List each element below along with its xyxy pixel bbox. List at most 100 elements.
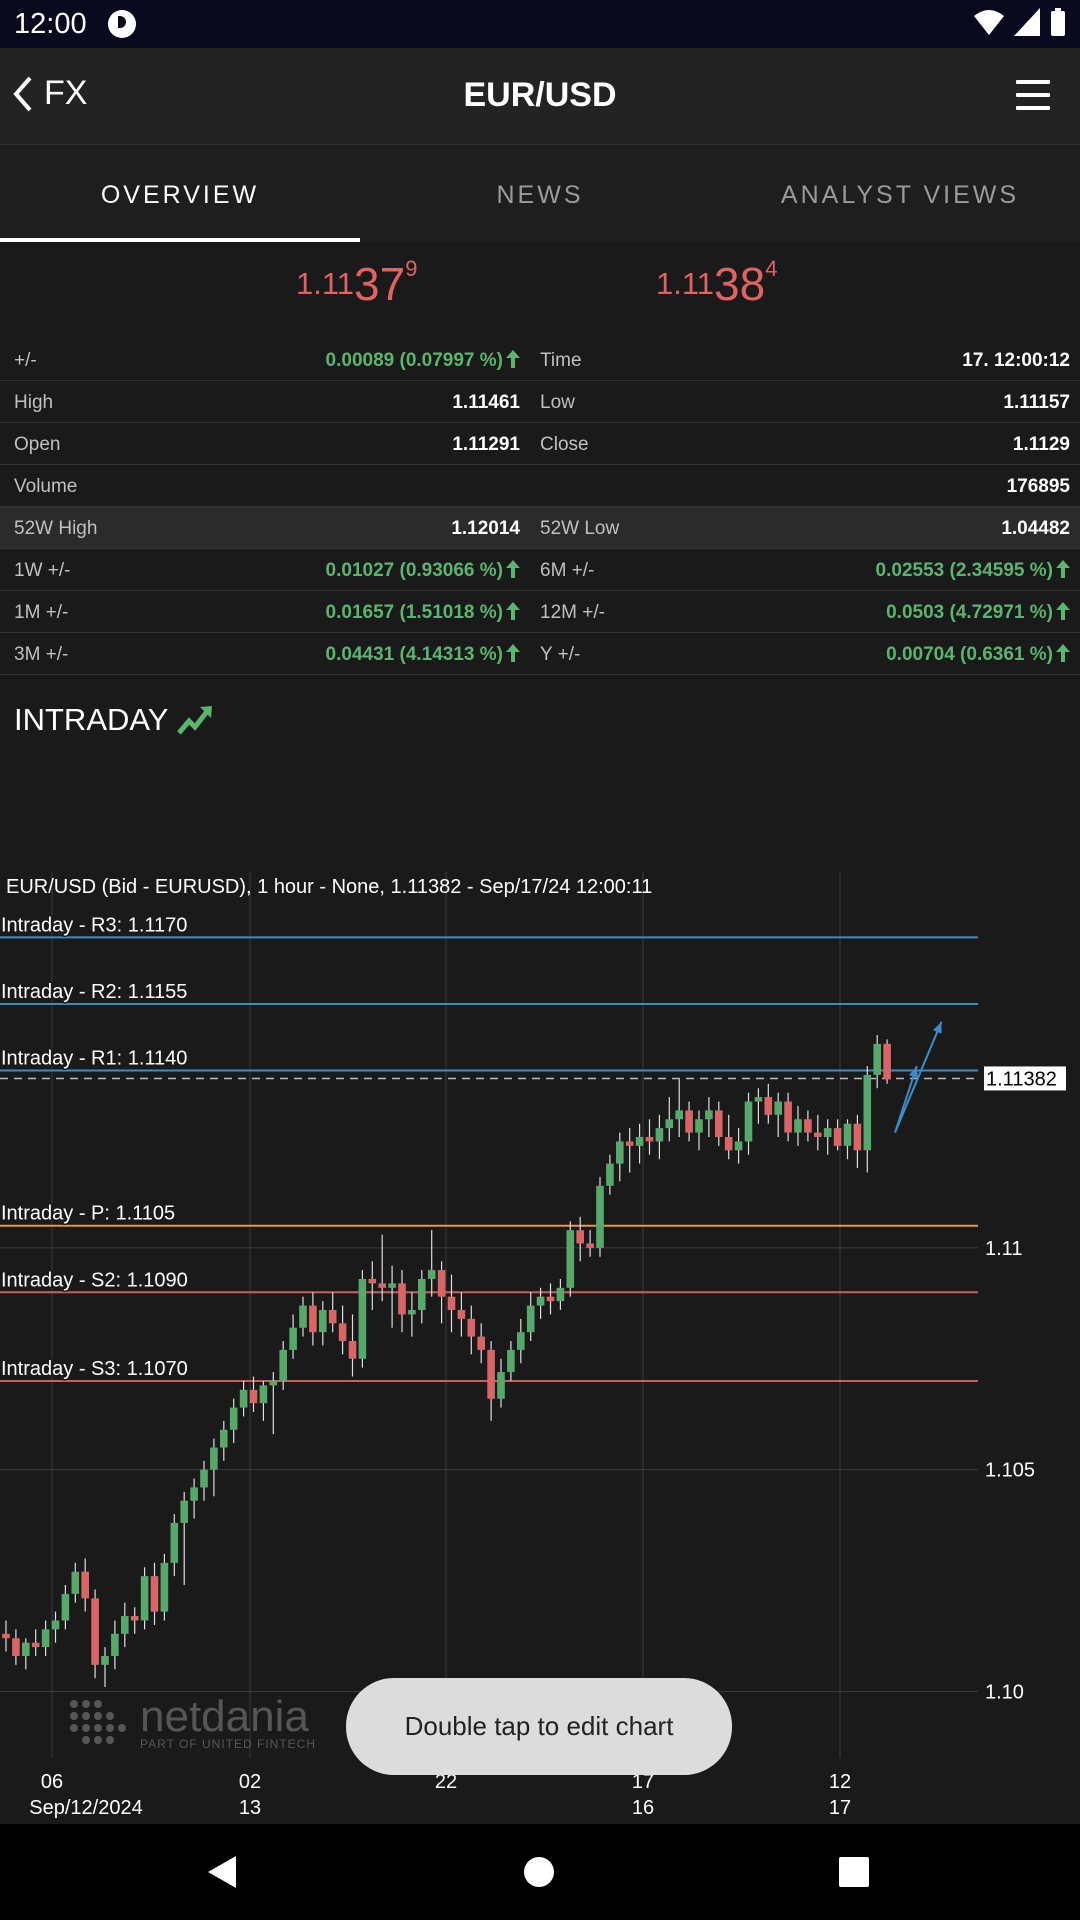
candle-body: [299, 1305, 307, 1328]
tab-news[interactable]: NEWS: [360, 146, 720, 242]
candle-body: [210, 1447, 218, 1470]
candle-body: [289, 1327, 297, 1350]
candle-body: [279, 1349, 287, 1381]
stats-row: Open 1.11291 Close 1.1129: [0, 423, 1080, 465]
candle-body: [309, 1305, 317, 1333]
nav-back-icon[interactable]: [206, 1854, 238, 1890]
candle-body: [883, 1043, 891, 1080]
candle-body: [269, 1380, 278, 1386]
candle-body: [705, 1110, 713, 1120]
x-tick-label: 06: [41, 1771, 63, 1793]
stat-label: 52W Low: [540, 518, 620, 539]
candle-body: [447, 1296, 456, 1310]
candle-body: [823, 1128, 832, 1138]
pivot-level-label: Intraday - S2: 1.1090: [1, 1269, 188, 1291]
stat-value: 176895: [1006, 476, 1070, 497]
netdania-dots-icon: [70, 1700, 126, 1744]
current-price-label: 1.11382: [986, 1068, 1057, 1090]
stat-value: 1.04482: [1001, 518, 1070, 539]
candle-body: [724, 1137, 733, 1151]
candle-body: [91, 1598, 99, 1665]
candle-body: [140, 1576, 149, 1621]
candle-body: [408, 1310, 416, 1315]
candle-body: [130, 1616, 139, 1621]
app-notification-icon: [108, 10, 136, 38]
stat-label: Volume: [14, 476, 78, 497]
arrow-up-icon: [1056, 560, 1070, 578]
x-tick-sublabel: 13: [239, 1797, 261, 1819]
candle-body: [576, 1230, 584, 1244]
arrow-up-icon: [1056, 644, 1070, 662]
stat-value: 0.00089 (0.07997 %): [326, 350, 520, 372]
nav-recents-icon[interactable]: [838, 1856, 870, 1888]
x-tick-sublabel: 16: [632, 1797, 654, 1819]
arrow-up-icon: [506, 644, 520, 662]
candle-body: [873, 1043, 881, 1075]
pivot-level-label: Intraday - R3: 1.1170: [1, 914, 187, 936]
battery-icon: [1051, 8, 1065, 36]
candle-body: [784, 1101, 792, 1133]
candle-body: [794, 1119, 802, 1133]
candle-body: [150, 1576, 159, 1612]
stat-value: 1.1129: [1012, 434, 1070, 455]
candle-body: [388, 1283, 396, 1288]
candle-body: [398, 1283, 406, 1315]
stat-value: 0.04431 (4.14313 %): [326, 644, 520, 666]
stats-row: 1W +/- 0.01027 (0.93066 %) 6M +/- 0.02553 (…: [0, 549, 1080, 591]
candle-body: [616, 1141, 624, 1164]
candle-body: [160, 1562, 169, 1612]
stat-value: 1.11461: [452, 392, 520, 413]
bid-fraction: 9: [405, 256, 418, 281]
candle-body: [457, 1310, 466, 1319]
candle-body: [22, 1642, 30, 1656]
y-tick-label: 1.11: [985, 1238, 1022, 1260]
candle-body: [71, 1571, 80, 1594]
candle-body: [437, 1270, 446, 1297]
pivot-level-label: Intraday - R2: 1.1155: [1, 981, 187, 1003]
candle-body: [220, 1429, 228, 1448]
candle-body: [546, 1296, 555, 1302]
arrow-up-icon: [506, 350, 520, 368]
candle-body: [338, 1323, 347, 1342]
candle-body: [507, 1349, 515, 1373]
tab-analyst-views[interactable]: ANALYST VIEWS: [720, 146, 1080, 242]
x-tick-label: 12: [829, 1771, 851, 1793]
menu-icon[interactable]: [1016, 80, 1050, 110]
candle-body: [596, 1185, 604, 1248]
stats-row: 3M +/- 0.04431 (4.14313 %) Y +/- 0.00704 (0…: [0, 633, 1080, 675]
arrow-up-icon: [1056, 602, 1070, 620]
arrow-up-icon: [506, 602, 520, 620]
nav-home-icon[interactable]: [523, 1856, 555, 1888]
candle-body: [804, 1119, 812, 1133]
stat-label: Y +/-: [540, 644, 581, 665]
candle-body: [675, 1110, 683, 1120]
candle-body: [427, 1270, 436, 1279]
stat-label: +/-: [14, 350, 37, 371]
status-bar: 12:00: [0, 0, 1080, 48]
candle-body: [497, 1372, 505, 1399]
tab-overview[interactable]: OVERVIEW: [0, 146, 360, 242]
candle-body: [606, 1163, 614, 1186]
candle-body: [526, 1305, 535, 1333]
ask-fraction: 4: [765, 256, 778, 281]
projection-arrowhead: [908, 1066, 918, 1078]
x-tick-label: 02: [239, 1771, 261, 1793]
candle-body: [31, 1642, 40, 1648]
candle-body: [61, 1593, 70, 1621]
logo-subtitle: PART OF UNITED FINTECH: [140, 1737, 317, 1751]
candle-body: [744, 1101, 753, 1142]
candle-body: [378, 1283, 386, 1288]
stats-row: Volume 176895: [0, 465, 1080, 507]
candle-body: [764, 1097, 773, 1115]
candle-body: [229, 1407, 238, 1430]
candle-body: [715, 1110, 723, 1138]
candle-body: [536, 1296, 545, 1306]
x-tick-sublabel: Sep/12/2024: [29, 1797, 142, 1819]
ask-pips: 38: [714, 258, 766, 310]
stat-label: Open: [14, 434, 61, 455]
toast-message: Double tap to edit chart: [346, 1678, 732, 1775]
candle-body: [180, 1500, 188, 1523]
ask-quote: 1.11384: [656, 256, 777, 311]
stats-row: 52W High 1.12014 52W Low 1.04482: [0, 507, 1080, 549]
arrow-up-icon: [506, 560, 520, 578]
